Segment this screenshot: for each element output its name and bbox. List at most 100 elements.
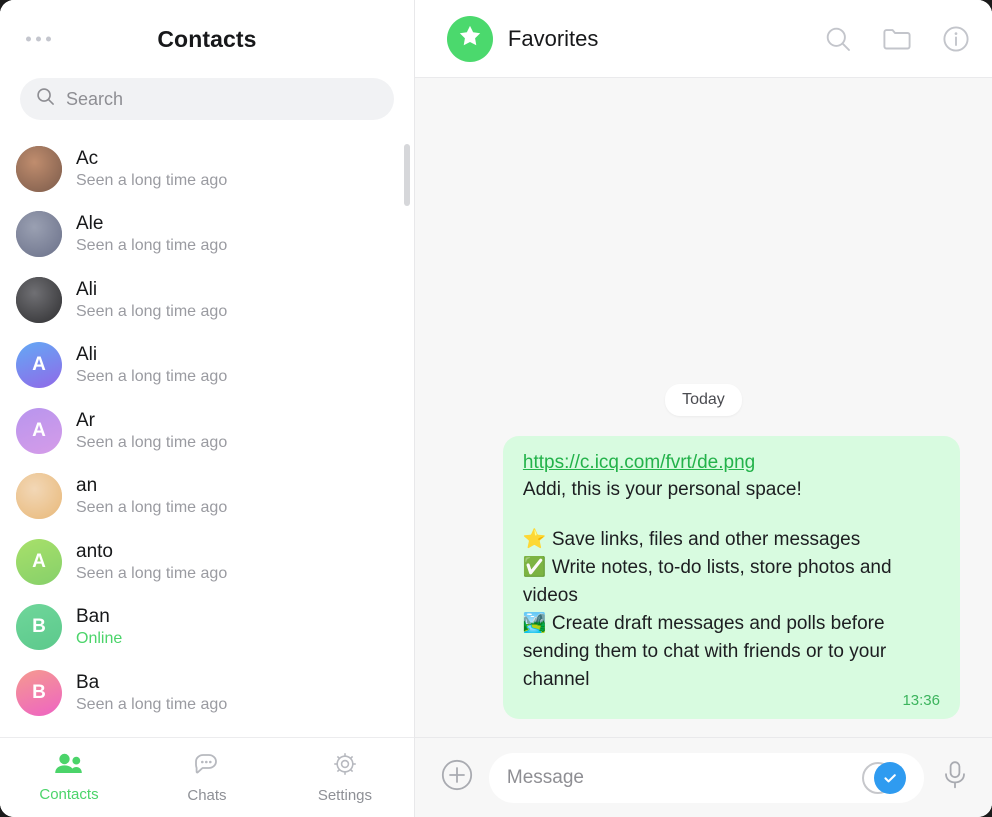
date-divider: Today xyxy=(447,384,960,416)
settings-gear-icon xyxy=(331,751,359,782)
message-bullet-text: Create draft messages and polls before s… xyxy=(522,613,887,690)
contact-status: Seen a long time ago xyxy=(76,499,228,517)
blue-check-icon[interactable] xyxy=(874,761,906,794)
date-pill-label: Today xyxy=(665,384,742,416)
message-greeting: Addi, this is your personal space! xyxy=(522,479,802,500)
avatar-initial: B xyxy=(32,616,46,638)
search-icon[interactable] xyxy=(824,25,852,53)
message-bullet-text: Save links, files and other messages xyxy=(551,529,861,550)
nav-item-chats[interactable]: Chats xyxy=(138,738,276,817)
message-composer: Message xyxy=(414,737,992,817)
chat-panel: Favorites Today https://c.icq.com/fvrt/d… xyxy=(414,0,992,817)
nav-label-settings: Settings xyxy=(317,787,373,804)
avatar: A xyxy=(16,342,62,389)
contact-row[interactable]: B Ba Seen a long time ago xyxy=(0,660,414,726)
star-emoji: ⭐ xyxy=(522,529,547,550)
chat-header: Favorites xyxy=(414,0,992,78)
contact-meta: an Seen a long time ago xyxy=(76,475,227,517)
more-horizontal-icon[interactable] xyxy=(20,31,57,48)
microphone-icon[interactable] xyxy=(940,759,970,796)
contact-row[interactable]: A Ar Seen a long time ago xyxy=(0,398,414,464)
avatar-photo xyxy=(16,211,62,258)
nav-label-chats: Chats xyxy=(187,786,227,804)
plus-circle-icon[interactable] xyxy=(441,759,473,796)
chats-icon xyxy=(193,752,221,782)
message-list: Today https://c.icq.com/fvrt/de.png Addi… xyxy=(415,78,992,737)
contact-meta: Ba Seen a long time ago xyxy=(76,672,227,714)
contact-row[interactable]: Ac Seen a long time ago xyxy=(0,136,414,202)
folder-icon[interactable] xyxy=(882,26,912,52)
contact-name: an xyxy=(76,475,98,497)
avatar-photo xyxy=(16,473,62,520)
info-icon[interactable] xyxy=(942,25,970,53)
contact-status: Seen a long time ago xyxy=(76,368,228,386)
avatar-initial: A xyxy=(32,550,46,572)
avatar xyxy=(446,15,493,62)
contact-meta: anto Seen a long time ago xyxy=(76,541,227,583)
contact-name: Ale xyxy=(76,213,104,235)
contact-status: Seen a long time ago xyxy=(76,564,228,582)
avatar-photo xyxy=(16,276,62,323)
message-bullet: ⭐ Save links, files and other messages xyxy=(523,526,940,554)
contact-meta: Ali Seen a long time ago xyxy=(76,344,227,386)
message-placeholder: Message xyxy=(506,766,585,788)
landscape-emoji: 🏞️ xyxy=(522,613,547,634)
chat-header-actions xyxy=(824,25,970,53)
message-bubble[interactable]: https://c.icq.com/fvrt/de.png Addi, this… xyxy=(502,436,960,719)
page-title: Contacts xyxy=(157,25,257,52)
contact-name: Ali xyxy=(76,344,98,366)
contact-status: Seen a long time ago xyxy=(76,171,228,189)
message-input[interactable]: Message xyxy=(488,752,924,803)
avatar-initial: A xyxy=(32,419,46,441)
message-bullet: 🏞️ Create draft messages and polls befor… xyxy=(523,610,940,694)
avatar-initial: B xyxy=(32,681,46,703)
message-bullet-text: Write notes, to-do lists, store photos a… xyxy=(522,557,892,606)
contact-status: Online xyxy=(76,630,123,648)
avatar xyxy=(16,145,62,192)
search-input[interactable]: Search xyxy=(20,78,394,120)
contacts-scrollbar[interactable] xyxy=(403,144,410,737)
avatar: A xyxy=(16,407,62,454)
app-window: Contacts Search Ac Seen a long time ago Al… xyxy=(0,0,992,817)
emoji-and-status-group xyxy=(860,761,906,795)
avatar-photo xyxy=(16,145,62,192)
contact-row[interactable]: A Ali Seen a long time ago xyxy=(0,333,414,399)
bottom-navigation: Contacts Chats Settings xyxy=(0,737,414,817)
contact-meta: Ali Seen a long time ago xyxy=(76,279,227,321)
search-placeholder: Search xyxy=(66,88,124,109)
avatar xyxy=(16,473,62,520)
contact-status: Seen a long time ago xyxy=(76,302,228,320)
nav-label-contacts: Contacts xyxy=(39,786,99,803)
contact-status: Seen a long time ago xyxy=(76,433,228,451)
avatar xyxy=(16,276,62,323)
avatar: A xyxy=(16,538,62,585)
contact-row[interactable]: Ale Seen a long time ago xyxy=(0,202,414,268)
check-mark-emoji: ✅ xyxy=(522,557,547,578)
contacts-panel: Contacts Search Ac Seen a long time ago Al… xyxy=(0,0,415,817)
contact-row[interactable]: an Seen a long time ago xyxy=(0,464,414,530)
contact-row[interactable]: Aanto Seen a long time ago xyxy=(0,529,414,595)
contact-meta: Ale Seen a long time ago xyxy=(76,213,227,255)
contact-status: Seen a long time ago xyxy=(76,695,228,713)
contact-status: Seen a long time ago xyxy=(76,237,228,255)
avatar: B xyxy=(16,669,62,716)
contact-name: Ac xyxy=(76,147,99,169)
avatar xyxy=(16,211,62,258)
contacts-list[interactable]: Ac Seen a long time ago Ale Seen a long tim… xyxy=(0,136,414,737)
contact-meta: Ar Seen a long time ago xyxy=(76,410,227,452)
contacts-header: Contacts xyxy=(0,0,414,78)
message-link[interactable]: https://c.icq.com/fvrt/de.png xyxy=(523,452,755,474)
message-bullet: ✅ Write notes, to-do lists, store photos… xyxy=(523,554,940,610)
chat-title: Favorites xyxy=(507,25,599,51)
avatar-initial: A xyxy=(32,354,46,376)
search-icon xyxy=(36,87,55,111)
nav-item-contacts[interactable]: Contacts xyxy=(0,738,138,817)
nav-item-settings[interactable]: Settings xyxy=(276,738,414,817)
contact-row[interactable]: Ali Seen a long time ago xyxy=(0,267,414,333)
contact-row[interactable]: B Ban Online xyxy=(0,595,414,661)
contact-name: Ba xyxy=(76,671,100,693)
scrollbar-thumb[interactable] xyxy=(403,144,410,206)
message-timestamp: 13:36 xyxy=(902,692,940,709)
search-container: Search xyxy=(0,78,414,136)
